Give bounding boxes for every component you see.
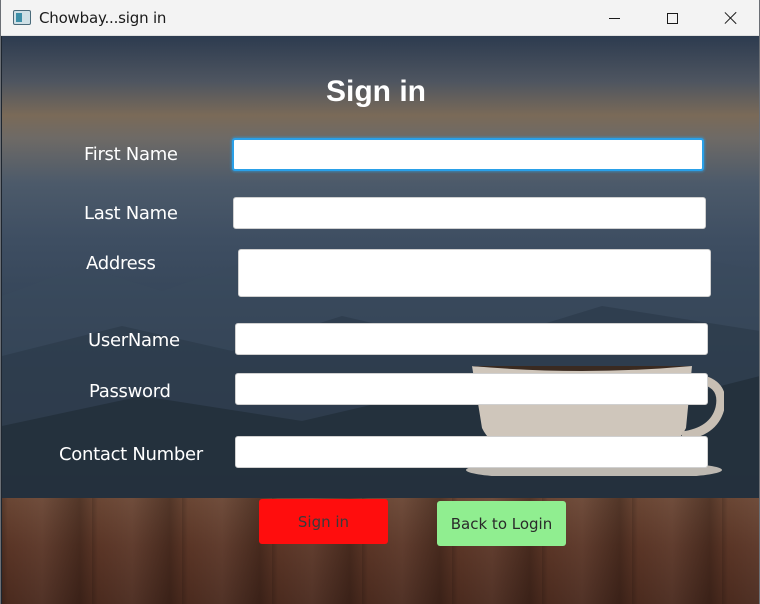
contact-number-label: Contact Number	[59, 444, 203, 465]
window-title: Chowbay...sign in	[39, 9, 167, 27]
address-input[interactable]	[238, 249, 711, 297]
maximize-icon	[666, 12, 678, 24]
minimize-button[interactable]	[586, 0, 642, 36]
password-input[interactable]	[235, 373, 708, 405]
last-name-input[interactable]	[233, 197, 706, 229]
maximize-button[interactable]	[644, 0, 700, 36]
close-button[interactable]	[703, 0, 759, 36]
username-label: UserName	[88, 330, 180, 351]
last-name-label: Last Name	[84, 203, 178, 224]
close-icon	[724, 11, 738, 25]
first-name-label: First Name	[84, 144, 178, 165]
title-bar[interactable]: Chowbay...sign in	[1, 0, 759, 36]
minimize-icon	[608, 17, 620, 19]
address-label: Address	[86, 253, 156, 274]
contact-number-input[interactable]	[235, 436, 708, 468]
sign-in-button[interactable]: Sign in	[259, 499, 388, 544]
back-to-login-button[interactable]: Back to Login	[437, 501, 566, 546]
sign-in-panel: Sign in First Name Last Name Address Use…	[2, 36, 759, 604]
first-name-input[interactable]	[232, 138, 704, 171]
username-input[interactable]	[235, 323, 708, 355]
password-label: Password	[89, 381, 171, 402]
page-title: Sign in	[326, 75, 426, 108]
app-icon	[13, 10, 31, 25]
app-window: Chowbay...sign in Sign in First Name Las…	[0, 0, 760, 604]
